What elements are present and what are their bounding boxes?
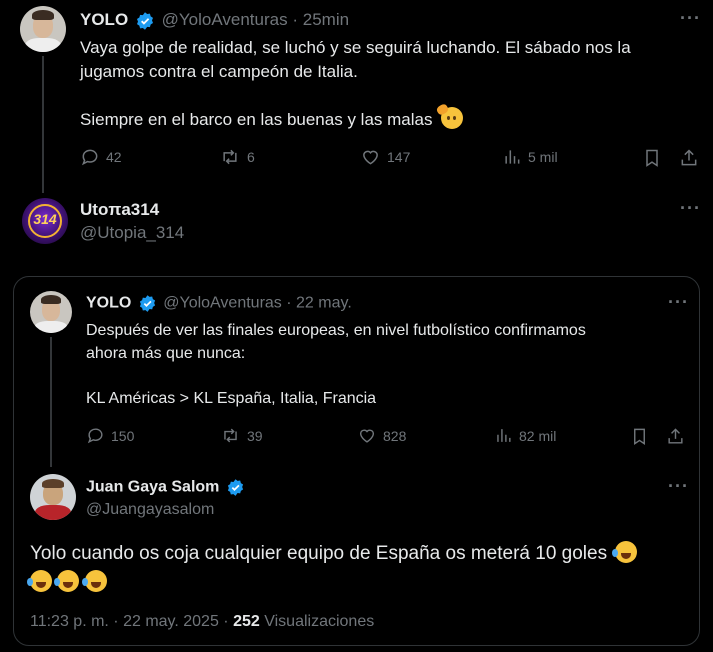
tweet-1-line-3-text: Siempre en el barco en las buenas y las … [80,110,433,129]
bookmark-icon[interactable] [642,148,662,168]
avatar-hair [42,479,64,488]
emoji-mouth [621,553,632,559]
reply-icon [81,149,98,166]
reply-action[interactable]: 42 [80,147,122,167]
share-icon[interactable] [666,427,685,446]
emoji-tear [81,578,88,586]
tweet-time[interactable]: 25min [303,10,349,29]
quoted-author-name[interactable]: YOLO [86,295,131,312]
retweet-count: 39 [247,427,263,444]
tweet-2[interactable]: 314 Utoπa314 @Utopia_314 ··· [0,190,713,270]
avatar-hair [41,295,61,304]
like-icon [363,150,378,165]
avatar-yolo[interactable] [20,6,66,52]
author-name[interactable]: YOLO [80,10,128,29]
emoji-mouth [90,582,101,588]
saluting-emoji-icon [435,102,464,129]
reply-footer: 11:23 p. m. · 22 may. 2025 · 252 Visuali… [30,613,374,631]
more-icon[interactable]: ··· [668,476,689,497]
retweet-count: 6 [247,149,255,165]
views-icon [505,150,520,164]
avatar-hair [32,10,54,20]
share-icon[interactable] [679,148,699,168]
emoji-hand [435,102,450,117]
separator-dot: · [292,10,299,29]
quoted-views-action[interactable]: 82 mil [494,426,556,445]
like-count: 828 [383,427,407,444]
verified-badge-icon [227,479,243,496]
quoted-reply-action[interactable]: 150 [86,426,134,445]
verified-badge-icon [136,11,153,30]
tweet-1-line-2: jugamos contra el campeón de Italia. [80,62,358,81]
emoji-mouth [36,582,46,588]
quoted-header: YOLO @YoloAventuras · 22 may. [86,294,352,313]
reply-header: Juan Gaya Salom [86,478,245,497]
reply-author-name[interactable]: Juan Gaya Salom [86,479,219,496]
emoji-eye-left [447,116,451,120]
author-handle[interactable]: @Utopia_314 [80,223,184,243]
quoted-line-3: KL Américas > KL España, Italia, Francia [86,390,377,407]
reply-text: Yolo cuando os coja cualquier equipo de … [30,543,608,564]
reply-body: Yolo cuando os coja cualquier equipo de … [27,539,690,597]
reply-views-count: 252 [233,613,260,630]
reply-icon [87,428,103,444]
emoji-mouth [63,582,74,588]
tweet-1-header: YOLO @YoloAventuras · 25min [80,10,349,31]
avatar-juan[interactable] [30,474,76,520]
like-count: 147 [387,149,411,165]
retweet-action[interactable]: 6 [219,147,255,167]
views-action[interactable]: 5 mil [502,147,558,167]
views-icon [497,429,511,442]
avatar-utopia[interactable]: 314 [22,198,68,244]
author-name[interactable]: Utoπa314 [80,200,159,220]
quote-container[interactable]: YOLO @YoloAventuras · 22 may. ··· Despué… [13,276,700,646]
emoji-eye-right [453,116,457,120]
reply-timestamp[interactable]: 11:23 p. m. · 22 may. 2025 · [30,613,229,630]
emoji-tear [27,578,33,586]
avatar-shirt [25,38,61,52]
reply-author-handle[interactable]: @Juangayasalom [86,501,214,519]
more-icon[interactable]: ··· [680,8,701,29]
quoted-author-handle[interactable]: @YoloAventuras [163,295,282,312]
bookmark-icon[interactable] [630,427,649,446]
emoji-tear [612,549,619,557]
reply-count: 150 [111,427,135,444]
like-icon [359,429,375,443]
more-icon[interactable]: ··· [668,292,689,313]
separator-dot: · [286,294,292,312]
laughing-emoji-icon [612,541,638,563]
quoted-retweet-action[interactable]: 39 [220,426,263,445]
quoted-thread-line [50,337,52,467]
quoted-time[interactable]: 22 may. [296,295,352,312]
quoted-line-1: Después de ver las finales europeas, en … [86,322,586,339]
more-icon[interactable]: ··· [680,198,701,219]
laughing-emoji-icon [54,570,80,592]
avatar-shirt [35,505,71,520]
like-action[interactable]: 147 [360,147,410,167]
avatar-logo-text: 314 [33,211,57,227]
reply-views-label: Visualizaciones [264,613,375,630]
avatar-shirt [34,321,68,333]
tweet-1[interactable]: YOLO @YoloAventuras · 25min ··· Vaya gol… [0,0,713,193]
quoted-like-action[interactable]: 828 [357,426,406,445]
reply-count: 42 [106,149,122,165]
tweet-1-line-3: Siempre en el barco en las buenas y las … [80,102,464,132]
thread-line [42,56,44,193]
retweet-icon [223,149,237,165]
retweet-icon [224,428,237,443]
avatar-yolo-quoted[interactable] [30,291,72,333]
emoji-tear [54,578,61,586]
laughing-emoji-icon [81,570,107,592]
tweet-1-line-1: Vaya golpe de realidad, se luchó y se se… [80,38,631,57]
quoted-line-2: ahora más que nunca: [86,345,246,362]
views-count: 5 mil [528,149,558,165]
verified-badge-icon [139,295,155,312]
author-handle[interactable]: @YoloAventuras [162,10,288,29]
views-count: 82 mil [519,427,557,444]
laughing-emoji-icon [27,570,52,592]
